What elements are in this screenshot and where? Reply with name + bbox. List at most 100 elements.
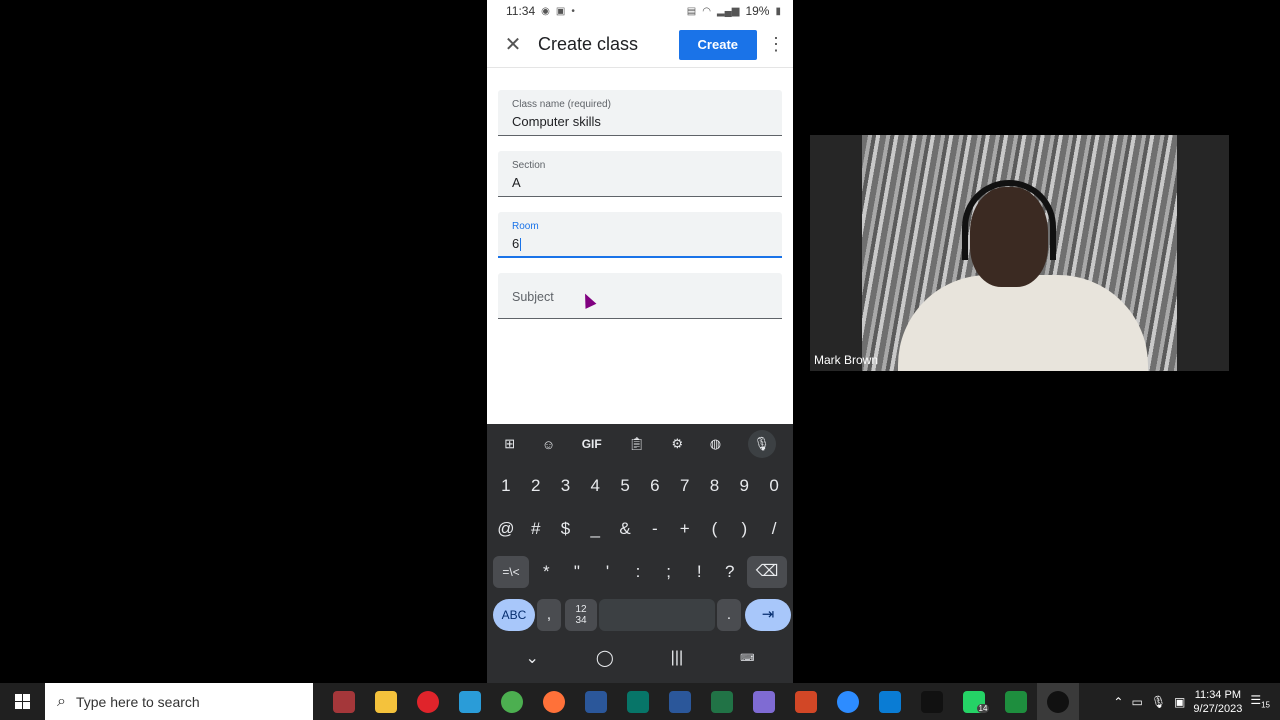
key[interactable]: ": [562, 562, 593, 582]
zoom-icon[interactable]: [827, 683, 869, 720]
clock-date: 9/27/2023: [1193, 702, 1243, 715]
whatsapp-icon[interactable]: 14: [953, 683, 995, 720]
recents-icon[interactable]: |||: [671, 649, 683, 667]
key[interactable]: 9: [729, 476, 759, 496]
file-explorer-icon[interactable]: [365, 683, 407, 720]
meet-now-icon[interactable]: ▭: [1131, 695, 1142, 709]
network-icon[interactable]: ▣: [1174, 695, 1185, 709]
notification-icon[interactable]: ☰15: [1250, 693, 1270, 709]
key[interactable]: 1: [491, 476, 521, 496]
subject-label: Subject: [512, 290, 554, 304]
start-button[interactable]: [0, 683, 45, 720]
next-field-icon[interactable]: ⇥: [745, 598, 791, 631]
tiktok-icon[interactable]: [911, 683, 953, 720]
chrome-icon[interactable]: [491, 683, 533, 720]
key[interactable]: !: [684, 562, 715, 582]
person-shirt: [898, 275, 1148, 371]
key[interactable]: ;: [653, 562, 684, 582]
key[interactable]: 7: [670, 476, 700, 496]
mail-icon[interactable]: [869, 683, 911, 720]
home-icon[interactable]: ◯: [596, 648, 614, 668]
status-time: 11:34: [506, 4, 536, 18]
key[interactable]: 2: [521, 476, 551, 496]
key[interactable]: +: [670, 519, 700, 539]
opera-icon[interactable]: [407, 683, 449, 720]
key[interactable]: :: [623, 562, 654, 582]
copilot-icon[interactable]: [743, 683, 785, 720]
key[interactable]: ): [729, 519, 759, 539]
numpad-key-top: 12: [575, 603, 587, 615]
mic-icon[interactable]: 🎙︎: [747, 430, 776, 458]
abc-key[interactable]: ABC: [493, 598, 535, 631]
key[interactable]: 3: [551, 476, 581, 496]
key[interactable]: #: [521, 519, 551, 539]
key[interactable]: &: [610, 519, 640, 539]
key[interactable]: 6: [640, 476, 670, 496]
edge-icon[interactable]: [449, 683, 491, 720]
word-icon[interactable]: [659, 683, 701, 720]
more-symbols-key[interactable]: =\<: [493, 555, 529, 588]
key[interactable]: *: [531, 562, 562, 582]
numpad-key[interactable]: 12 34: [565, 598, 597, 631]
more-options-icon[interactable]: ⋮: [767, 34, 785, 55]
system-tray: ⌃ ▭ 🎙︎ ▣ 11:34 PM 9/27/2023 ☰15: [1113, 688, 1280, 716]
taskbar-search[interactable]: ⌕ Type here to search: [45, 683, 313, 720]
sticker-icon[interactable]: ☺: [542, 437, 555, 452]
chevron-up-icon[interactable]: ⌃: [1113, 695, 1123, 709]
comma-key[interactable]: ,: [537, 598, 561, 631]
key[interactable]: 4: [580, 476, 610, 496]
key[interactable]: _: [580, 519, 610, 539]
grid-icon[interactable]: ⊞: [504, 436, 515, 452]
clipboard-icon[interactable]: 📋︎: [628, 436, 645, 452]
room-label: Room: [512, 221, 539, 232]
keyboard-row-symbols: @ # $ _ & - + ( ) /: [487, 507, 793, 550]
key[interactable]: 5: [610, 476, 640, 496]
backspace-icon[interactable]: ⌫: [747, 555, 788, 588]
create-button[interactable]: Create: [678, 29, 757, 60]
gif-button[interactable]: GIF: [582, 437, 602, 451]
publisher-icon[interactable]: [617, 683, 659, 720]
webcam-overlay: Mark Brown: [810, 135, 1229, 371]
excel-icon[interactable]: [701, 683, 743, 720]
close-icon[interactable]: ✕: [501, 32, 525, 57]
page-title: Create class: [538, 34, 639, 54]
classroom-icon[interactable]: [995, 683, 1037, 720]
obs-icon[interactable]: [1037, 683, 1079, 720]
key[interactable]: 8: [700, 476, 730, 496]
key[interactable]: 0: [759, 476, 789, 496]
room-field[interactable]: Room 6: [498, 212, 782, 258]
webcam-video: [862, 135, 1177, 371]
app-bar: ✕ Create class Create ⋮: [487, 22, 793, 68]
numpad-key-bottom: 34: [575, 614, 587, 626]
search-icon: ⌕: [57, 692, 66, 710]
key[interactable]: $: [551, 519, 581, 539]
space-key[interactable]: [599, 598, 715, 631]
subject-field[interactable]: Subject: [498, 273, 782, 319]
section-field[interactable]: Section A: [498, 151, 782, 197]
chevron-down-icon[interactable]: ⌄: [525, 648, 538, 668]
key[interactable]: @: [491, 519, 521, 539]
keyboard-row-numbers: 1 2 3 4 5 6 7 8 9 0: [487, 464, 793, 507]
key[interactable]: (: [700, 519, 730, 539]
on-screen-keyboard: ⊞ ☺ GIF 📋︎ ⚙ ◍ 🎙︎ 1 2 3 4 5 6 7 8 9 0 @ …: [487, 424, 793, 683]
palette-icon[interactable]: ◍: [710, 436, 721, 452]
gear-icon[interactable]: ⚙: [671, 436, 683, 452]
period-key[interactable]: .: [717, 598, 741, 631]
access-icon[interactable]: [323, 683, 365, 720]
microphone-icon[interactable]: 🎙︎: [1151, 695, 1166, 709]
key[interactable]: ?: [714, 562, 745, 582]
firefox-icon[interactable]: [533, 683, 575, 720]
powerpoint-icon[interactable]: [785, 683, 827, 720]
key[interactable]: -: [640, 519, 670, 539]
keyboard-switch-icon[interactable]: ⌨: [740, 653, 754, 664]
windows-taskbar: ⌕ Type here to search 14 ⌃ ▭ 🎙︎ ▣ 11:34 …: [0, 683, 1280, 720]
keyboard-toolbar: ⊞ ☺ GIF 📋︎ ⚙ ◍ 🎙︎: [487, 424, 793, 464]
status-bar: 11:34 ◉ ▣ • ▤ ◠ ▂▄▆ 19% ▮: [487, 0, 793, 22]
key[interactable]: /: [759, 519, 789, 539]
class-name-field[interactable]: Class name (required) Computer skills: [498, 90, 782, 136]
keyboard-row-bottom: ABC , 12 34 . ⇥: [487, 593, 793, 636]
clock[interactable]: 11:34 PM 9/27/2023: [1193, 688, 1242, 716]
calculator-icon[interactable]: [575, 683, 617, 720]
key[interactable]: ': [592, 562, 623, 582]
nfc-icon: ▤: [686, 5, 697, 17]
